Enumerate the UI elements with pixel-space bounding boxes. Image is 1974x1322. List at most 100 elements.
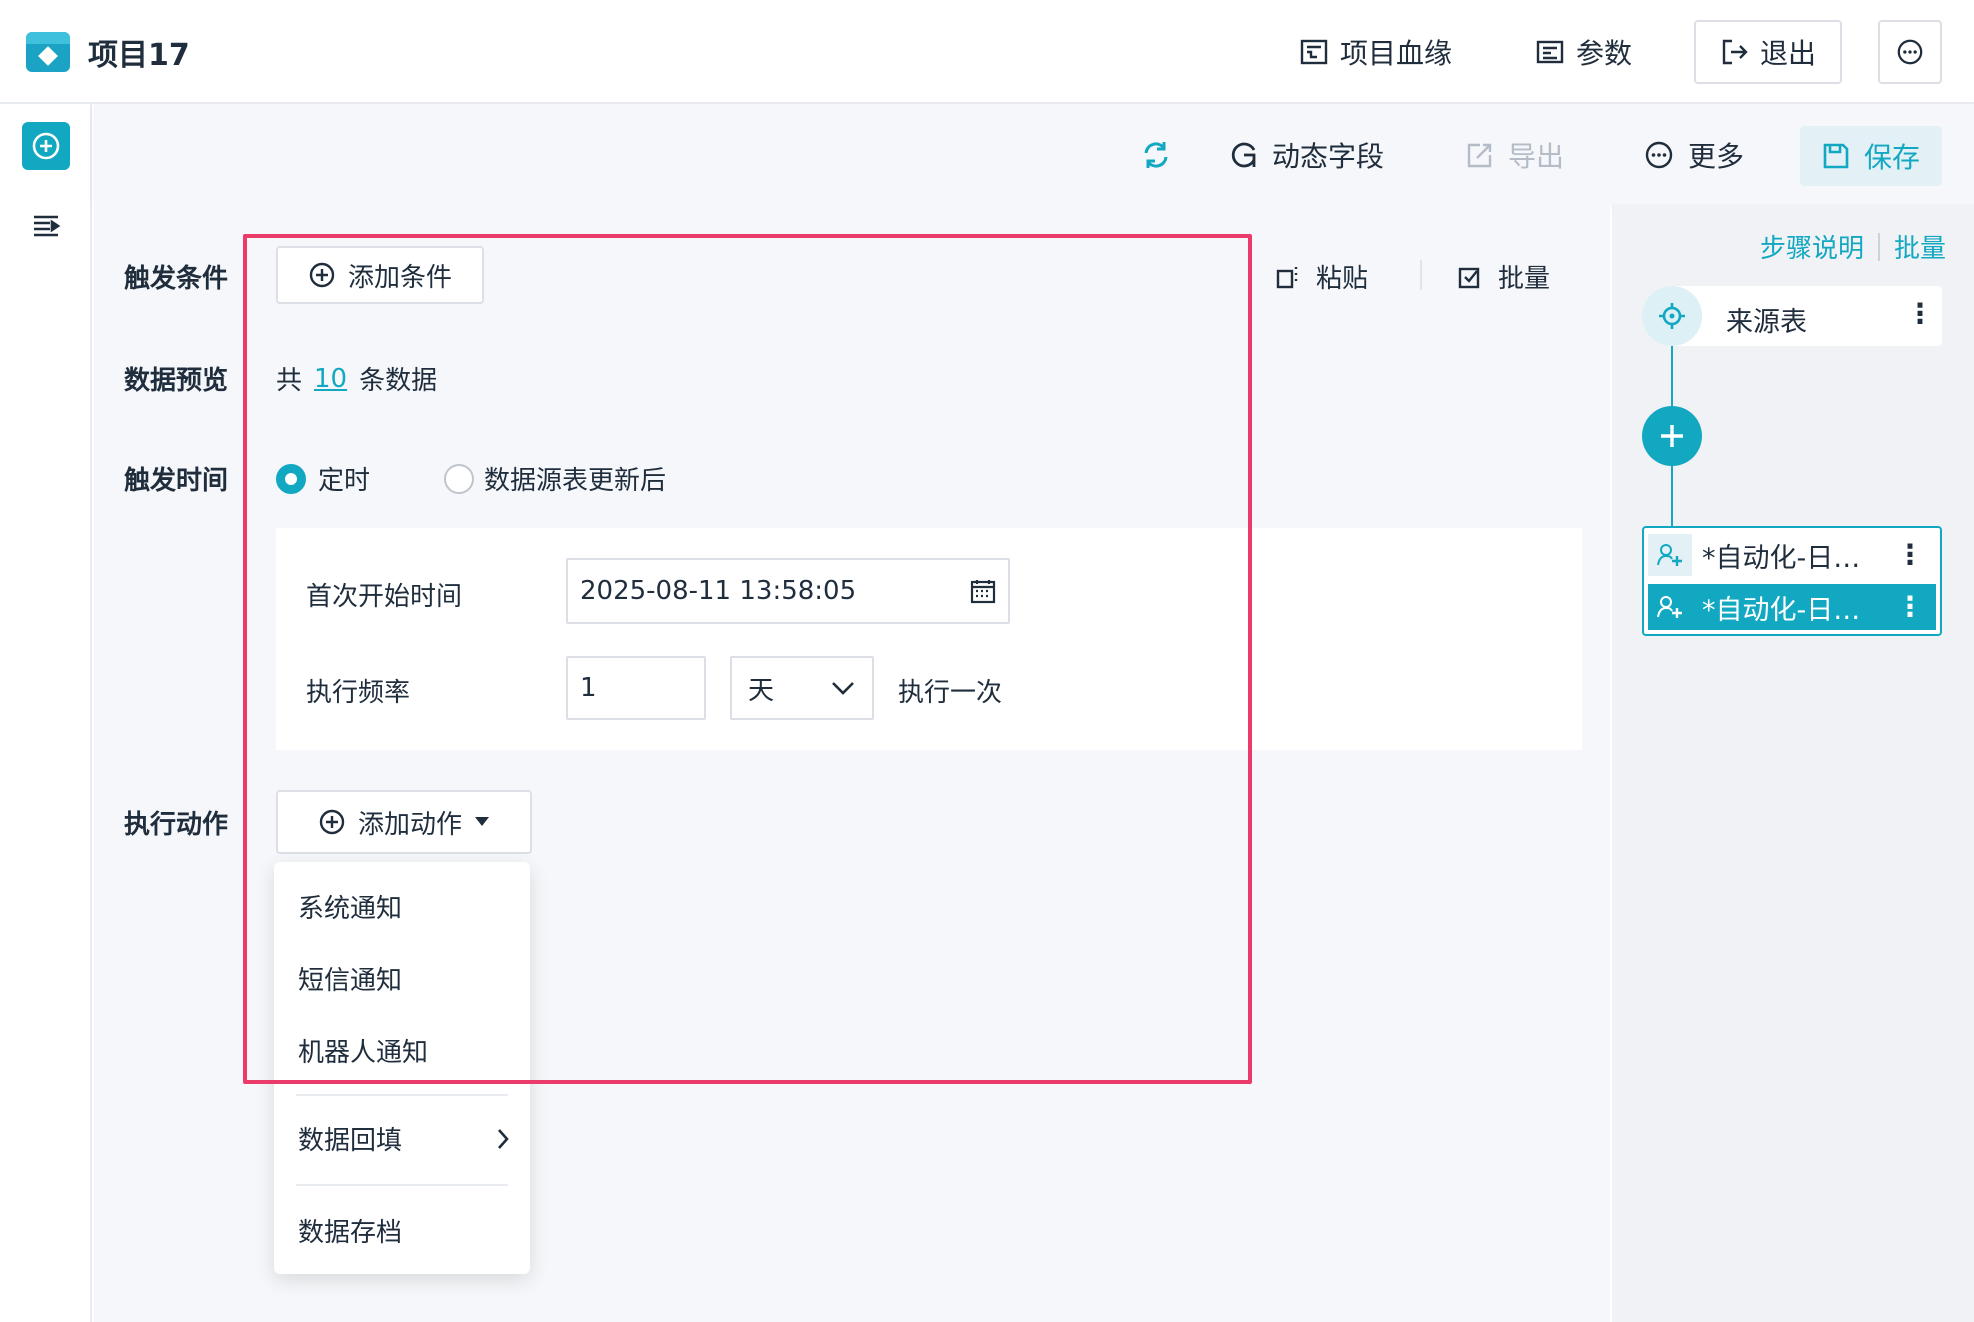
exit-button[interactable]: 退出	[1694, 20, 1842, 84]
calendar-icon[interactable]	[970, 578, 996, 604]
save-button[interactable]: 保存	[1800, 126, 1942, 186]
automation-step-label: *自动化-日…	[1702, 542, 1861, 574]
kebab-icon[interactable]: ⋮	[1896, 593, 1924, 621]
refresh-icon	[1144, 142, 1168, 168]
plus-icon	[1661, 425, 1683, 447]
radio-timed-dot[interactable]	[276, 463, 306, 494]
params-button[interactable]: 参数	[1536, 28, 1632, 76]
caret-down-icon	[475, 817, 489, 826]
dropdown-item-data-archive[interactable]: 数据存档	[298, 1212, 402, 1249]
automation-step-2[interactable]: *自动化-日… ⋮	[1648, 584, 1936, 630]
project-lineage-label: 项目血缘	[1340, 37, 1453, 70]
export-label: 导出	[1508, 140, 1565, 173]
top-header	[0, 0, 1974, 104]
first-start-time-input[interactable]: 2025-08-11 13:58:05	[566, 558, 1010, 624]
trigger-condition-label: 触发条件	[124, 264, 229, 294]
dropdown-divider	[296, 1184, 508, 1186]
nav-list-button[interactable]	[30, 210, 62, 242]
automation-icon	[1648, 586, 1692, 628]
toolbar-more-button[interactable]: 更多	[1644, 130, 1744, 180]
export-icon	[1467, 143, 1492, 168]
step-desc-link[interactable]: 步骤说明	[1760, 228, 1864, 265]
data-preview-label: 数据预览	[124, 366, 229, 396]
paste-button[interactable]: 粘贴	[1276, 258, 1368, 295]
preview-suffix: 条数据	[359, 366, 438, 396]
dropdown-item-system-notify[interactable]: 系统通知	[298, 888, 402, 925]
dropdown-item-data-backfill[interactable]: 数据回填	[298, 1120, 510, 1157]
add-action-dropdown: 系统通知 短信通知 机器人通知 数据回填 数据存档	[274, 862, 530, 1274]
radio-after-update-label: 数据源表更新后	[484, 466, 667, 496]
export-button[interactable]: 导出	[1466, 130, 1564, 180]
left-nav	[0, 104, 92, 1322]
frequency-unit-select[interactable]: 天	[730, 656, 874, 720]
paste-label: 粘贴	[1316, 264, 1369, 294]
list-icon	[34, 215, 61, 237]
save-label: 保存	[1863, 141, 1920, 174]
crosshair-icon	[1642, 286, 1702, 346]
chevron-down-icon	[832, 682, 854, 695]
add-condition-button[interactable]: 添加条件	[276, 246, 484, 304]
params-label: 参数	[1576, 37, 1633, 70]
exit-icon	[1720, 38, 1748, 66]
preview-prefix: 共	[276, 366, 303, 396]
batch-button[interactable]: 批量	[1458, 258, 1550, 295]
plus-circle-icon	[319, 809, 345, 835]
batch-label: 批量	[1498, 264, 1551, 294]
data-preview-summary: 共 10 条数据	[276, 360, 437, 397]
flow-link-divider	[1878, 232, 1881, 261]
plus-circle-icon	[32, 132, 60, 160]
project-title: 项目17	[88, 38, 190, 73]
frequency-unit-value: 天	[748, 675, 775, 706]
data-backfill-label: 数据回填	[298, 1126, 403, 1156]
automation-step-group: *自动化-日… ⋮ *自动化-日… ⋮	[1642, 526, 1942, 636]
save-icon	[1823, 143, 1849, 169]
flow-panel	[1612, 204, 1974, 1322]
kebab-icon[interactable]: ⋮	[1906, 300, 1934, 328]
radio-timed[interactable]: 定时	[276, 460, 370, 497]
header-more-button[interactable]	[1878, 20, 1942, 84]
frequency-input[interactable]: 1	[566, 656, 706, 720]
dropdown-divider	[296, 1094, 508, 1096]
nav-add-button[interactable]	[22, 122, 70, 170]
more-circle-icon	[1896, 38, 1924, 66]
dynamic-field-icon	[1231, 142, 1256, 168]
lineage-icon	[1300, 38, 1328, 66]
project-lineage-button[interactable]: 项目血缘	[1300, 28, 1452, 76]
params-icon	[1536, 38, 1564, 66]
paste-icon	[1276, 266, 1298, 288]
frequency-suffix: 执行一次	[898, 678, 1003, 708]
automation-step-1[interactable]: *自动化-日… ⋮	[1648, 532, 1936, 578]
trigger-time-label: 触发时间	[124, 466, 229, 496]
first-start-time-value: 2025-08-11 13:58:05	[580, 576, 857, 606]
dropdown-item-robot-notify[interactable]: 机器人通知	[298, 1032, 428, 1069]
action-label: 执行动作	[124, 810, 229, 840]
add-action-label: 添加动作	[357, 809, 462, 840]
toolbar-divider	[1420, 260, 1422, 290]
source-node-label: 来源表	[1726, 307, 1807, 338]
add-step-button[interactable]	[1642, 406, 1702, 466]
radio-timed-label: 定时	[318, 466, 371, 496]
frequency-label: 执行频率	[306, 678, 411, 708]
plus-circle-icon	[309, 262, 335, 288]
automation-step-label: *自动化-日…	[1702, 594, 1861, 626]
frequency-value: 1	[580, 673, 597, 703]
batch-icon	[1458, 267, 1480, 288]
add-action-button[interactable]: 添加动作	[276, 790, 532, 854]
refresh-button[interactable]	[1140, 130, 1172, 180]
flow-connector	[1671, 346, 1673, 406]
flow-connector	[1671, 466, 1673, 526]
dynamic-fields-button[interactable]: 动态字段	[1230, 130, 1384, 180]
exit-label: 退出	[1759, 37, 1816, 70]
chevron-right-icon	[498, 1128, 509, 1149]
dynamic-fields-label: 动态字段	[1272, 140, 1385, 173]
toolbar-more-label: 更多	[1688, 140, 1745, 173]
kebab-icon[interactable]: ⋮	[1896, 541, 1924, 569]
first-start-time-label: 首次开始时间	[306, 582, 463, 612]
dropdown-item-sms-notify[interactable]: 短信通知	[298, 960, 402, 997]
radio-after-update[interactable]: 数据源表更新后	[444, 460, 666, 497]
flow-links: 步骤说明 批量	[1760, 228, 1946, 265]
flow-batch-link[interactable]: 批量	[1894, 228, 1946, 265]
app-logo-icon	[26, 32, 70, 72]
preview-count-link[interactable]: 10	[314, 364, 347, 394]
radio-after-update-dot[interactable]	[444, 463, 474, 494]
